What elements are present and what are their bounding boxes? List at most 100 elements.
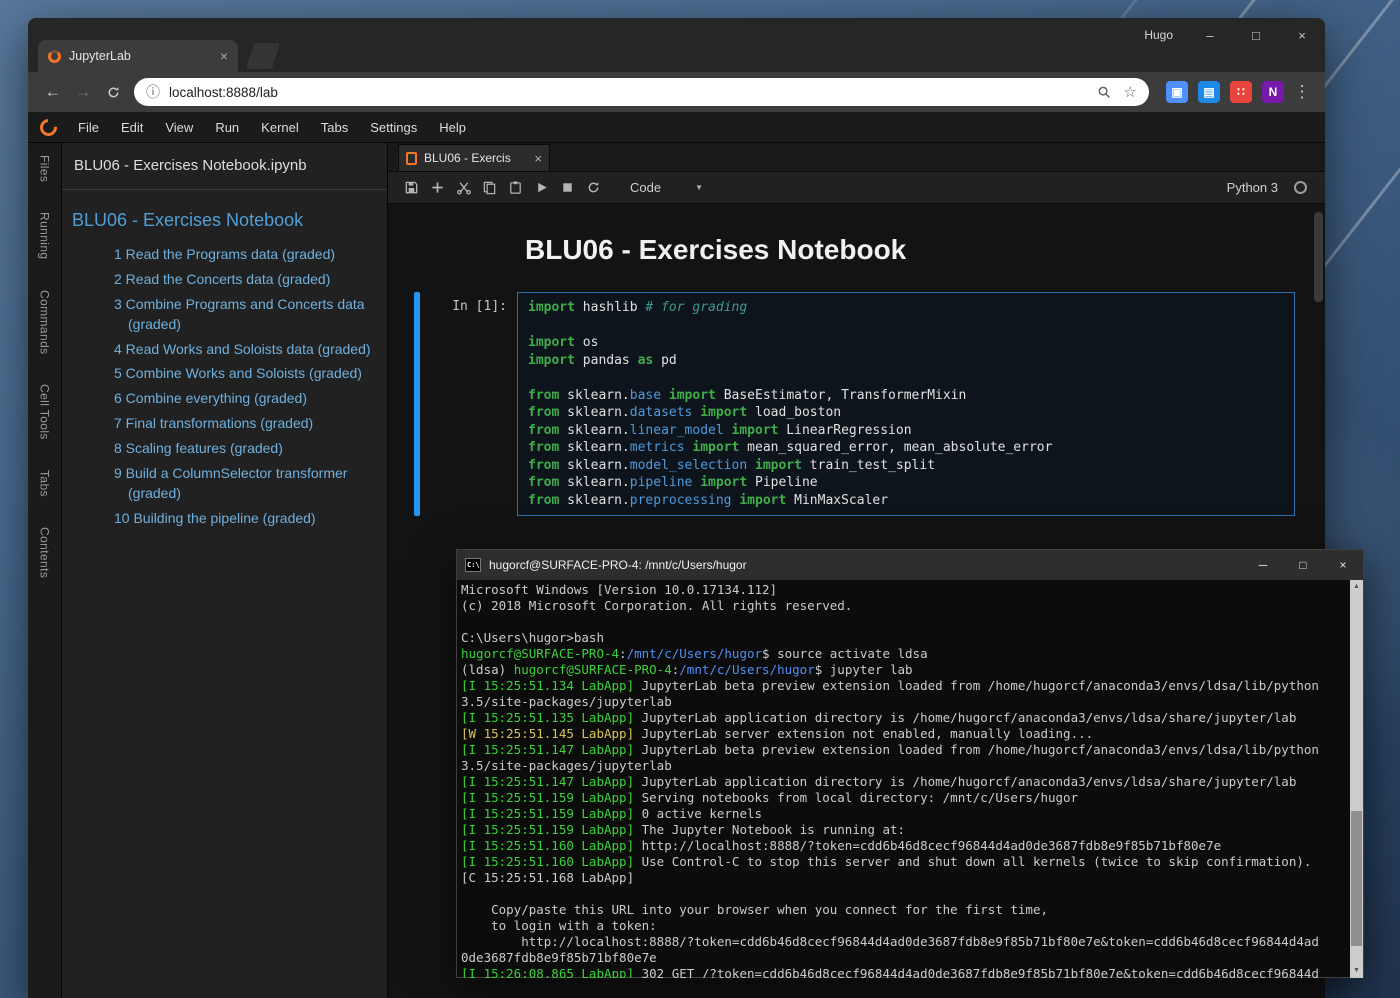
code-line: from sklearn.datasets import load_boston [528, 404, 1284, 422]
terminal-close-button[interactable]: × [1323, 550, 1363, 580]
desktop: JupyterLab × Hugo – □ × ← → ⓘ localhost:… [0, 0, 1400, 998]
notebook-tab[interactable]: BLU06 - Exercis × [398, 144, 550, 171]
code-line: from sklearn.preprocessing import MinMax… [528, 492, 1284, 510]
extension-blue-icon[interactable]: ▣ [1166, 81, 1188, 103]
toc-item[interactable]: 6 Combine everything (graded) [70, 389, 379, 409]
code-line [528, 317, 1284, 335]
toc-panel: BLU06 - Exercises Notebook.ipynb BLU06 -… [62, 143, 388, 998]
terminal-line: (ldsa) hugorcf@SURFACE-PRO-4:/mnt/c/User… [461, 662, 1349, 678]
terminal-line: 3.5/site-packages/jupyterlab [461, 694, 1349, 710]
toc-item[interactable]: 10 Building the pipeline (graded) [70, 509, 379, 529]
bookmark-star-icon[interactable]: ☆ [1124, 83, 1137, 101]
sidebar-tab[interactable]: Files [38, 155, 52, 182]
profile-name[interactable]: Hugo [1144, 28, 1173, 42]
terminal-line: 0de3687fdb8e9f85b71bf80e7e [461, 950, 1349, 966]
browser-titlebar[interactable]: JupyterLab × Hugo – □ × [28, 18, 1325, 72]
minimize-button[interactable]: – [1187, 18, 1233, 52]
menu-item[interactable]: Edit [110, 115, 154, 140]
menu-item[interactable]: Tabs [310, 115, 359, 140]
cell-type-dropdown[interactable]: Code ▼ [630, 180, 703, 195]
address-bar[interactable]: ⓘ localhost:8888/lab ☆ [134, 78, 1149, 106]
terminal-line: C:\Users\hugor>bash [461, 630, 1349, 646]
restart-kernel-button[interactable] [580, 175, 606, 201]
toc-item[interactable]: 2 Read the Concerts data (graded) [70, 270, 379, 290]
toc-item[interactable]: 1 Read the Programs data (graded) [70, 245, 379, 265]
reload-icon [106, 85, 121, 100]
close-button[interactable]: × [1279, 18, 1325, 52]
run-button[interactable] [528, 175, 554, 201]
terminal-minimize-button[interactable]: ─ [1243, 550, 1283, 580]
notebook-tab-close-icon[interactable]: × [534, 151, 542, 166]
toc-item[interactable]: 4 Read Works and Soloists data (graded) [70, 340, 379, 360]
url-text[interactable]: localhost:8888/lab [169, 85, 1085, 100]
menu-item[interactable]: Run [204, 115, 250, 140]
terminal-line: [W 15:25:51.145 LabApp] JupyterLab serve… [461, 726, 1349, 742]
terminal-line: [I 15:25:51.159 LabApp] Serving notebook… [461, 790, 1349, 806]
terminal-maximize-button[interactable]: □ [1283, 550, 1323, 580]
toc-item[interactable]: 7 Final transformations (graded) [70, 414, 379, 434]
toc-item[interactable]: 9 Build a ColumnSelector transformer (gr… [70, 464, 379, 504]
site-info-icon[interactable]: ⓘ [146, 82, 160, 102]
terminal-line: [I 15:26:08.865 LabApp] 302 GET /?token=… [461, 966, 1349, 978]
paste-cells-button[interactable] [502, 175, 528, 201]
code-cell[interactable]: In [1]: import hashlib # for grading imp… [414, 292, 1295, 516]
notebook-scrollbar[interactable] [1314, 212, 1323, 302]
menu-item[interactable]: Kernel [250, 115, 310, 140]
browser-menu-button[interactable]: ⋮ [1289, 82, 1315, 102]
sidebar-tab[interactable]: Running [38, 212, 52, 260]
toc-item[interactable]: 5 Combine Works and Soloists (graded) [70, 364, 379, 384]
menu-item[interactable]: Help [428, 115, 477, 140]
menu-item[interactable]: Settings [359, 115, 428, 140]
reload-button[interactable] [98, 77, 128, 107]
cut-cells-button[interactable] [450, 175, 476, 201]
terminal-line: 3.5/site-packages/jupyterlab [461, 758, 1349, 774]
forward-button[interactable]: → [68, 77, 98, 107]
menu-item[interactable]: File [67, 115, 110, 140]
terminal-line: [C 15:25:51.168 LabApp] [461, 870, 1349, 886]
refresh-icon [586, 180, 601, 195]
kernel-status-icon [1294, 181, 1307, 194]
notebook-tab-title: BLU06 - Exercis [424, 151, 534, 165]
terminal-body: Microsoft Windows [Version 10.0.17134.11… [457, 580, 1363, 978]
sidebar-tab[interactable]: Commands [38, 290, 52, 355]
sidebar-tab-strip: Files Running Commands Cell Tools Tabs Conten… [28, 143, 62, 998]
back-button[interactable]: ← [38, 77, 68, 107]
terminal-output[interactable]: Microsoft Windows [Version 10.0.17134.11… [461, 580, 1349, 978]
notebook-title: BLU06 - Exercises Notebook [517, 234, 906, 266]
new-tab-button[interactable] [246, 43, 280, 69]
toc-item[interactable]: 3 Combine Programs and Concerts data (gr… [70, 295, 379, 335]
sidebar-tab[interactable]: Cell Tools [38, 384, 52, 440]
code-line [528, 369, 1284, 387]
terminal-line: [I 15:25:51.159 LabApp] The Jupyter Note… [461, 822, 1349, 838]
scroll-down-icon[interactable]: ▼ [1350, 964, 1363, 978]
jupyter-favicon-icon [48, 50, 61, 63]
add-cell-button[interactable] [424, 175, 450, 201]
terminal-titlebar[interactable]: C:\ hugorcf@SURFACE-PRO-4: /mnt/c/Users/… [457, 550, 1363, 580]
stop-button[interactable] [554, 175, 580, 201]
tab-close-icon[interactable]: × [218, 48, 230, 64]
plus-icon [430, 180, 445, 195]
zoom-icon[interactable] [1097, 85, 1112, 100]
copy-cells-button[interactable] [476, 175, 502, 201]
browser-tab[interactable]: JupyterLab × [38, 40, 238, 72]
menu-item[interactable]: View [154, 115, 204, 140]
scroll-thumb[interactable] [1351, 811, 1362, 946]
markdown-cell[interactable]: BLU06 - Exercises Notebook [414, 234, 1295, 266]
terminal-line [461, 886, 1349, 902]
document-tabbar: BLU06 - Exercis × [388, 143, 1325, 172]
extension-onenote-icon[interactable]: N [1262, 81, 1284, 103]
toc-title[interactable]: BLU06 - Exercises Notebook [72, 210, 377, 231]
toc-item[interactable]: 8 Scaling features (graded) [70, 439, 379, 459]
extension-red-icon[interactable]: ∷ [1230, 81, 1252, 103]
maximize-button[interactable]: □ [1233, 18, 1279, 52]
kernel-name[interactable]: Python 3 [1227, 180, 1278, 195]
terminal-scrollbar[interactable]: ▲ ▼ [1350, 580, 1363, 978]
scroll-up-icon[interactable]: ▲ [1350, 580, 1363, 594]
save-button[interactable] [398, 175, 424, 201]
terminal-line: to login with a token: [461, 918, 1349, 934]
terminal-line: [I 15:25:51.160 LabApp] http://localhost… [461, 838, 1349, 854]
extension-book-icon[interactable]: ▤ [1198, 81, 1220, 103]
code-editor[interactable]: import hashlib # for grading import osim… [517, 292, 1295, 516]
sidebar-tab[interactable]: Tabs [38, 470, 52, 497]
sidebar-tab[interactable]: Contents [38, 527, 52, 578]
